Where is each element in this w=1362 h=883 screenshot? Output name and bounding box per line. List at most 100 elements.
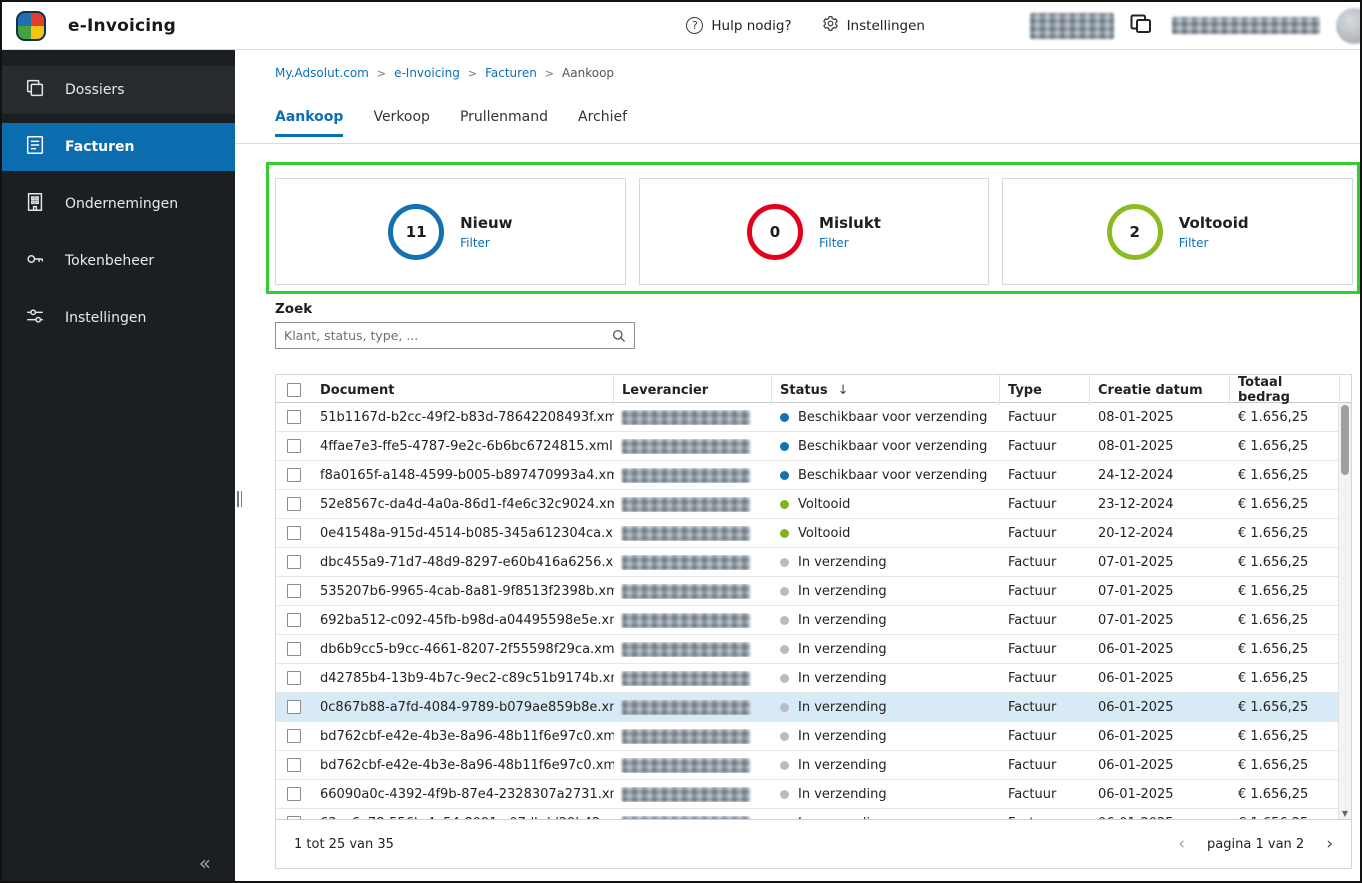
filter-link[interactable]: Filter (460, 236, 512, 250)
sidebar-item-instellingen[interactable]: Instellingen (2, 294, 235, 342)
sidebar-item-label: Tokenbeheer (65, 253, 155, 269)
search-input[interactable] (276, 328, 604, 343)
status-cell: Beschikbaar voor verzending (772, 410, 1000, 425)
topbar: e-Invoicing ? Hulp nodig? Instellingen (2, 2, 1360, 50)
table-row[interactable]: bd762cbf-e42e-4b3e-8a96-48b11f6e97c0.xml… (276, 751, 1339, 780)
breadcrumb-separator: > (544, 66, 555, 80)
table-row[interactable]: d42785b4-13b9-4b7c-9ec2-c89c51b9174b.xml… (276, 664, 1339, 693)
status-label: In verzending (798, 699, 887, 715)
document-name: 692ba512-c092-45fb-b98d-a04495598e5e.xml (320, 612, 614, 628)
question-mark-icon: ? (686, 17, 704, 34)
status-cell: In verzending (772, 758, 1000, 773)
tab-archief[interactable]: Archief (578, 109, 627, 137)
sidebar-item-ondernemingen[interactable]: Ondernemingen (2, 180, 235, 228)
row-checkbox[interactable] (287, 642, 301, 656)
search-icon[interactable] (604, 323, 634, 348)
amount-cell: € 1.656,25 (1238, 438, 1309, 454)
sidebar-item-facturen[interactable]: Facturen (2, 123, 235, 171)
company-switch-icon[interactable] (1128, 12, 1154, 40)
sidebar-item-tokenbeheer[interactable]: Tokenbeheer (2, 237, 235, 285)
app-window: e-Invoicing ? Hulp nodig? Instellingen D… (0, 0, 1362, 883)
breadcrumb-separator: > (376, 66, 387, 80)
table-row[interactable]: 0c867b88-a7fd-4084-9789-b079ae859b8e.xml… (276, 693, 1339, 722)
sidebar-item-label: Instellingen (65, 310, 147, 326)
status-dot-icon (780, 702, 789, 712)
panel-resize-handle[interactable] (237, 491, 242, 507)
column-header-status[interactable]: Status ↓ (772, 375, 1000, 405)
status-dot-icon (780, 412, 789, 422)
leverancier-redacted (622, 525, 750, 541)
table-row[interactable]: 51b1167d-b2cc-49f2-b83d-78642208493f.xml… (276, 403, 1339, 432)
status-cell: Voltooid (772, 526, 1000, 541)
scrollbar-down-arrow[interactable]: ▼ (1339, 809, 1351, 818)
leverancier-redacted (622, 583, 750, 599)
table-row[interactable]: 63ec6a78-556b-4e54-8091-c07dbdd29b42.xml… (276, 809, 1339, 819)
breadcrumb-link[interactable]: e-Invoicing (394, 66, 460, 80)
table-row[interactable]: bd762cbf-e42e-4b3e-8a96-48b11f6e97c0.xml… (276, 722, 1339, 751)
row-checkbox[interactable] (287, 787, 301, 801)
previous-page-icon[interactable]: ‹ (1178, 835, 1185, 853)
document-name: d42785b4-13b9-4b7c-9ec2-c89c51b9174b.xml (320, 670, 614, 686)
amount-cell: € 1.656,25 (1238, 496, 1309, 512)
date-cell: 06-01-2025 (1098, 757, 1174, 773)
column-header-amount[interactable]: Totaal bedrag (1230, 375, 1340, 405)
row-checkbox[interactable] (287, 410, 301, 424)
help-button[interactable]: ? Hulp nodig? (686, 17, 792, 34)
row-checkbox[interactable] (287, 526, 301, 540)
column-header-leverancier[interactable]: Leverancier (614, 375, 772, 405)
leverancier-redacted (622, 467, 750, 483)
user-avatar[interactable] (1336, 7, 1360, 44)
status-dot-icon (780, 499, 789, 509)
table-row[interactable]: 52e8567c-da4d-4a0a-86d1-f4e6c32c9024.xml… (276, 490, 1339, 519)
table-row[interactable]: 4ffae7e3-ffe5-4787-9e2c-6b6bc6724815.xml… (276, 432, 1339, 461)
row-checkbox[interactable] (287, 758, 301, 772)
redacted-company-info (1030, 12, 1114, 39)
row-checkbox[interactable] (287, 671, 301, 685)
document-name: 4ffae7e3-ffe5-4787-9e2c-6b6bc6724815.xml (320, 438, 613, 454)
table-row[interactable]: f8a0165f-a148-4599-b005-b897470993a4.xml… (276, 461, 1339, 490)
status-cell: Voltooid (772, 497, 1000, 512)
filter-link[interactable]: Filter (819, 236, 881, 250)
row-checkbox[interactable] (287, 584, 301, 598)
row-checkbox[interactable] (287, 468, 301, 482)
next-page-icon[interactable]: › (1326, 835, 1333, 853)
dossiers-icon (24, 77, 46, 103)
row-checkbox[interactable] (287, 439, 301, 453)
tab-aankoop[interactable]: Aankoop (275, 109, 344, 137)
amount-cell: € 1.656,25 (1238, 583, 1309, 599)
tab-prullenmand[interactable]: Prullenmand (460, 109, 548, 137)
table-row[interactable]: db6b9cc5-b9cc-4661-8207-2f55598f29ca.xml… (276, 635, 1339, 664)
row-checkbox[interactable] (287, 613, 301, 627)
status-label: In verzending (798, 728, 887, 744)
date-cell: 06-01-2025 (1098, 786, 1174, 802)
breadcrumb-link[interactable]: My.Adsolut.com (275, 66, 369, 80)
scrollbar-thumb[interactable] (1341, 405, 1349, 475)
table-row[interactable]: dbc455a9-71d7-48d9-8297-e60b416a6256.xml… (276, 548, 1339, 577)
type-cell: Factuur (1008, 757, 1057, 773)
table-row[interactable]: 66090a0c-4392-4f9b-87e4-2328307a2731.xml… (276, 780, 1339, 809)
table-row[interactable]: 535207b6-9965-4cab-8a81-9f8513f2398b.xml… (276, 577, 1339, 606)
column-header-date[interactable]: Creatie datum (1090, 375, 1230, 405)
adsolut-logo-icon (16, 10, 46, 41)
amount-cell: € 1.656,25 (1238, 467, 1309, 483)
document-name: bd762cbf-e42e-4b3e-8a96-48b11f6e97c0.xml (320, 728, 614, 744)
table-row[interactable]: 0e41548a-915d-4514-b085-345a612304ca.xml… (276, 519, 1339, 548)
sidebar-collapse-button[interactable]: « (199, 851, 211, 875)
filter-link[interactable]: Filter (1179, 236, 1249, 250)
row-checkbox[interactable] (287, 729, 301, 743)
document-name: 66090a0c-4392-4f9b-87e4-2328307a2731.xml (320, 786, 614, 802)
document-name: bd762cbf-e42e-4b3e-8a96-48b11f6e97c0.xml (320, 757, 614, 773)
column-header-document[interactable]: Document (312, 375, 614, 405)
row-checkbox[interactable] (287, 555, 301, 569)
breadcrumb-link[interactable]: Facturen (485, 66, 537, 80)
table-row[interactable]: 692ba512-c092-45fb-b98d-a04495598e5e.xml… (276, 606, 1339, 635)
sidebar-item-dossiers[interactable]: Dossiers (2, 66, 235, 114)
settings-button[interactable]: Instellingen (822, 15, 925, 36)
status-label: Voltooid (798, 525, 851, 541)
row-checkbox[interactable] (287, 700, 301, 714)
tab-verkoop[interactable]: Verkoop (373, 109, 430, 137)
status-label: Beschikbaar voor verzending (798, 409, 988, 425)
select-all-checkbox[interactable] (287, 383, 301, 397)
row-checkbox[interactable] (287, 497, 301, 511)
column-header-type[interactable]: Type (1000, 375, 1090, 405)
